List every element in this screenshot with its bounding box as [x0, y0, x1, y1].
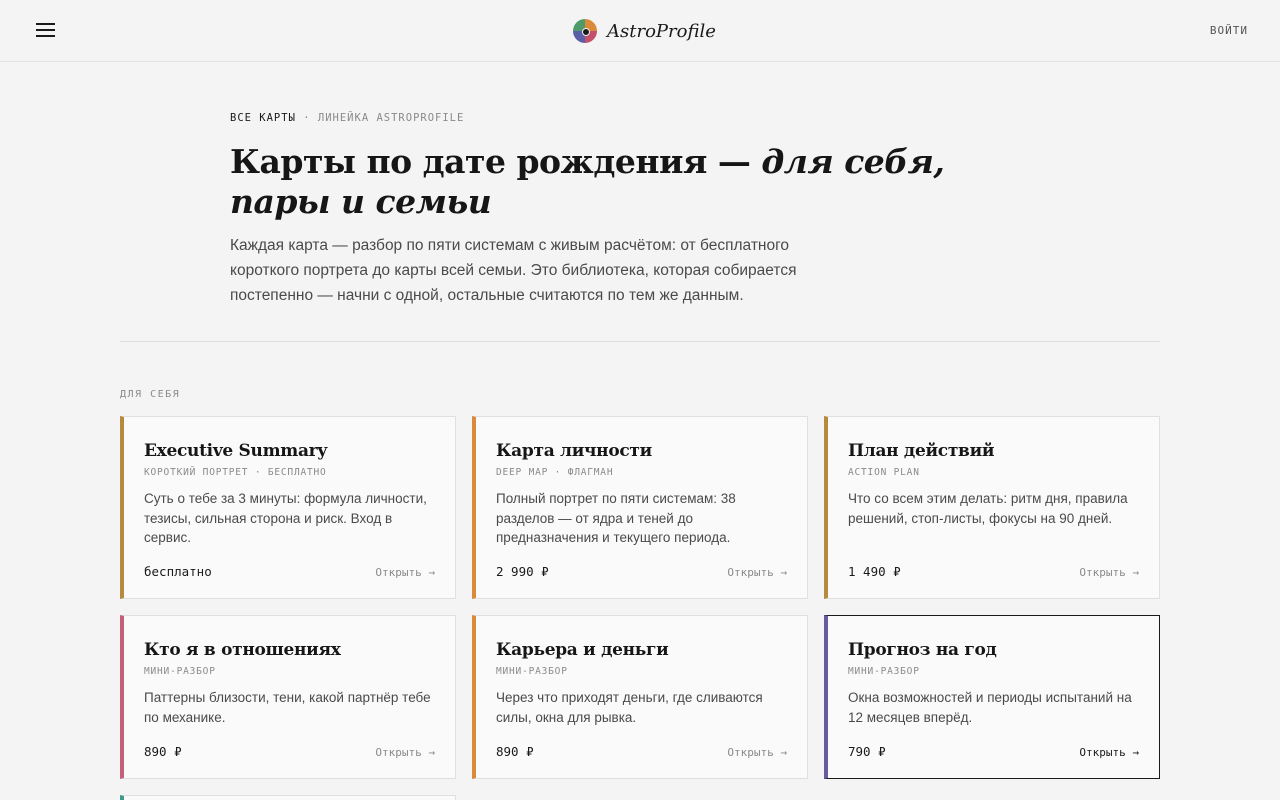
card-year-forecast[interactable]: Прогноз на год МИНИ-РАЗБОР Окна возможно…	[824, 615, 1160, 779]
page-lead: Каждая карта — разбор по пяти системам с…	[230, 237, 797, 304]
card-executive-summary[interactable]: Executive Summary КОРОТКИЙ ПОРТРЕТ · БЕС…	[120, 416, 456, 599]
divider	[120, 341, 1160, 342]
card-open-link[interactable]: Открыть →	[727, 566, 787, 579]
card-open-link[interactable]: Открыть →	[375, 746, 435, 759]
card-description: Что со всем этим делать: ритм дня, прави…	[848, 491, 1128, 526]
astro-wheel-icon	[573, 19, 597, 43]
card-subtitle: МИНИ-РАЗБОР	[848, 666, 920, 677]
card-subtitle: ACTION PLAN	[848, 467, 920, 478]
hamburger-icon[interactable]	[36, 23, 55, 39]
login-link[interactable]: ВОЙТИ	[1210, 24, 1248, 37]
card-relationships[interactable]: Кто я в отношениях МИНИ-РАЗБОР Паттерны …	[120, 615, 456, 779]
card-subtitle: МИНИ-РАЗБОР	[496, 666, 568, 677]
card-price: 890 ₽	[144, 744, 182, 759]
card-subtitle: DEEP MAP · ФЛАГМАН	[496, 467, 614, 478]
card-price: 1 490 ₽	[848, 564, 901, 579]
brand-logo[interactable]: AstroProfile	[573, 19, 716, 43]
card-price: бесплатно	[144, 564, 212, 579]
card-subtitle: МИНИ-РАЗБОР	[144, 666, 216, 677]
card-description: Через что приходят деньги, где сливаются…	[496, 690, 763, 725]
card-description: Паттерны близости, тени, какой партнёр т…	[144, 690, 431, 725]
card-open-link[interactable]: Открыть →	[1079, 566, 1139, 579]
card-description: Окна возможностей и периоды испытаний на…	[848, 690, 1132, 725]
card-title: Карьера и деньги	[496, 640, 669, 660]
top-bar: AstroProfile ВОЙТИ	[0, 0, 1280, 62]
section-label: ДЛЯ СЕБЯ	[120, 389, 181, 400]
card-partial-next[interactable]	[120, 795, 456, 800]
card-price: 790 ₽	[848, 744, 886, 759]
card-subtitle: КОРОТКИЙ ПОРТРЕТ · БЕСПЛАТНО	[144, 467, 327, 478]
title-plain: Карты по дате рождения —	[230, 142, 762, 181]
card-title: Executive Summary	[144, 441, 327, 461]
card-personality-map[interactable]: Карта личности DEEP MAP · ФЛАГМАН Полный…	[472, 416, 808, 599]
card-open-link[interactable]: Открыть →	[1079, 746, 1139, 759]
card-action-plan[interactable]: План действий ACTION PLAN Что со всем эт…	[824, 416, 1160, 599]
breadcrumb-current[interactable]: ВСЕ КАРТЫ	[230, 112, 296, 124]
card-title: Прогноз на год	[848, 640, 997, 660]
brand-name: AstroProfile	[607, 20, 716, 42]
page-title: Карты по дате рождения — для себя, пары …	[230, 142, 1030, 222]
card-description: Суть о тебе за 3 минуты: формула личност…	[144, 491, 427, 545]
card-career-money[interactable]: Карьера и деньги МИНИ-РАЗБОР Через что п…	[472, 615, 808, 779]
card-open-link[interactable]: Открыть →	[375, 566, 435, 579]
card-price: 2 990 ₽	[496, 564, 549, 579]
breadcrumb-separator: ·	[303, 112, 311, 124]
card-title: Кто я в отношениях	[144, 640, 341, 660]
card-price: 890 ₽	[496, 744, 534, 759]
card-title: План действий	[848, 441, 995, 461]
breadcrumb-parent[interactable]: ЛИНЕЙКА ASTROPROFILE	[318, 112, 464, 124]
card-title: Карта личности	[496, 441, 652, 461]
breadcrumb: ВСЕ КАРТЫ · ЛИНЕЙКА ASTROPROFILE	[230, 112, 464, 124]
card-open-link[interactable]: Открыть →	[727, 746, 787, 759]
card-description: Полный портрет по пяти системам: 38 разд…	[496, 491, 736, 545]
